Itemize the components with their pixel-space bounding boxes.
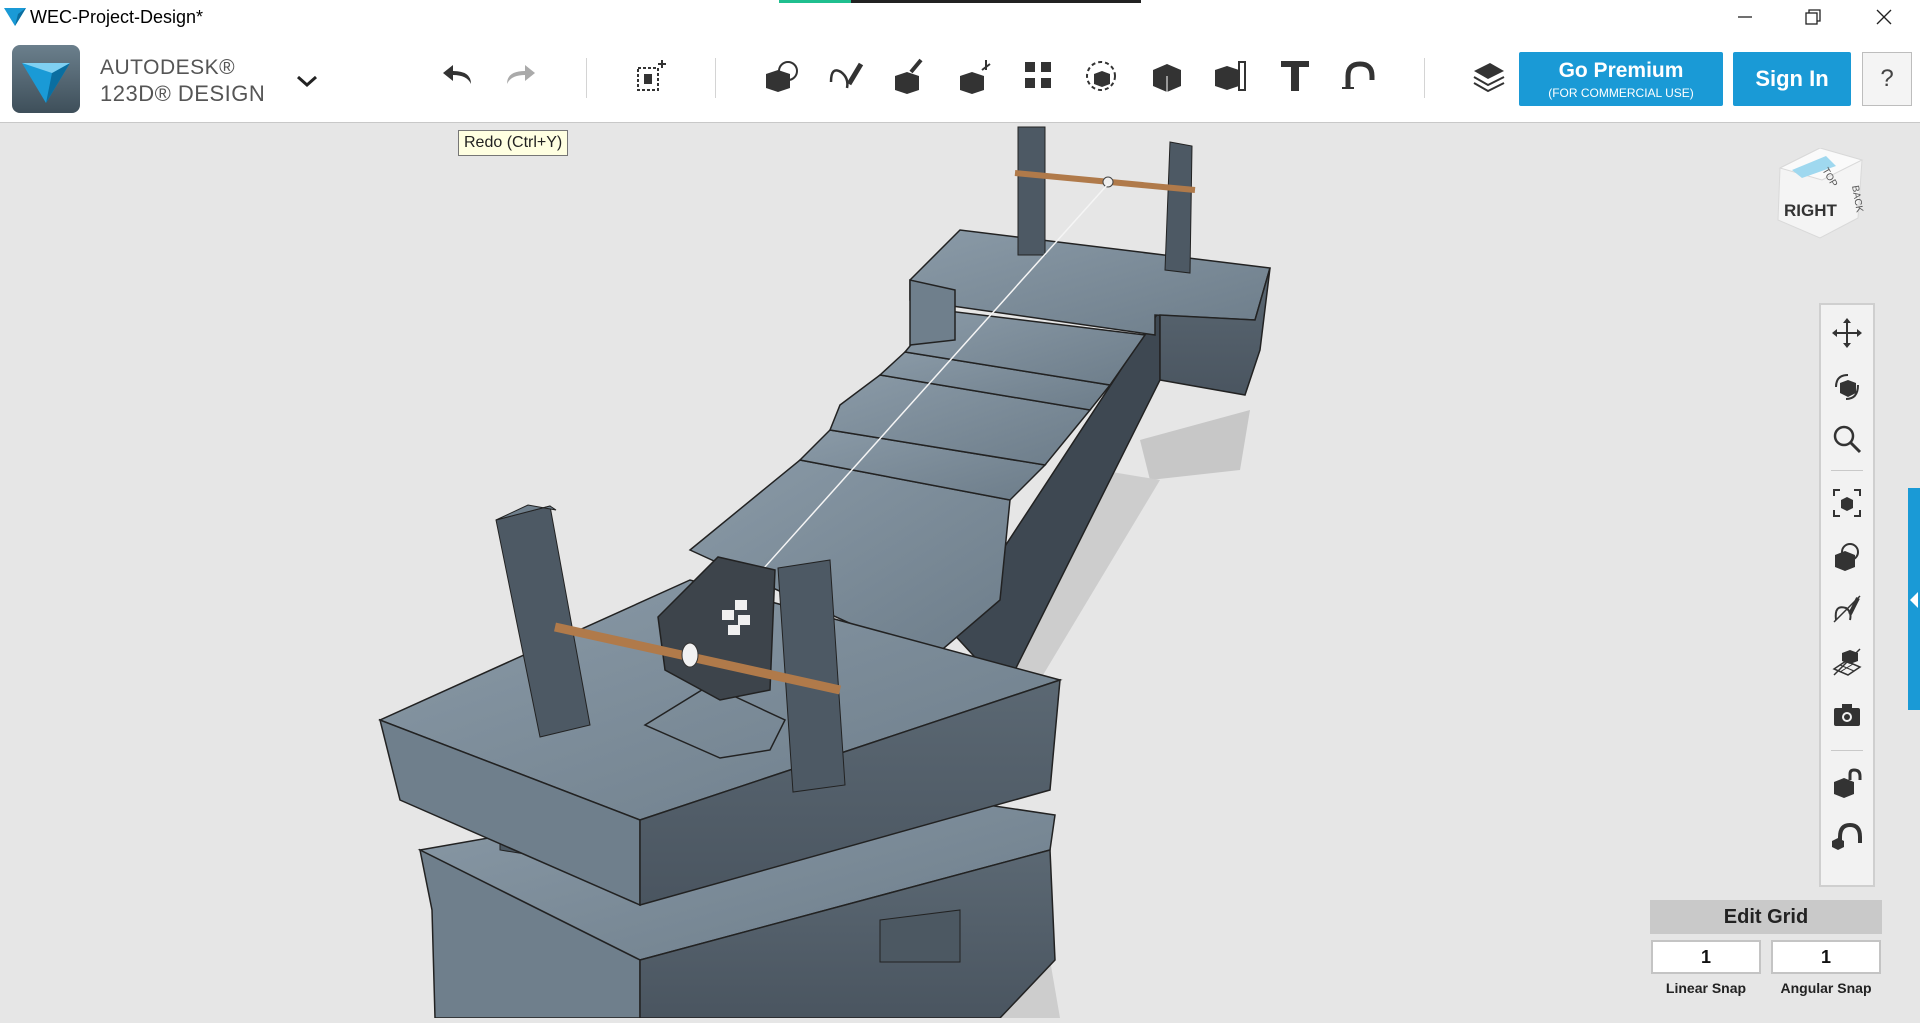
logo-icon — [22, 63, 70, 103]
app-logo[interactable] — [12, 45, 80, 113]
primitives-button[interactable] — [757, 54, 805, 98]
main-toolbar: AUTODESK® 123D® DESIGN Go Premium (FOR C… — [0, 34, 1920, 123]
primitives-icon — [766, 61, 798, 92]
redo-button[interactable] — [497, 54, 545, 98]
zoom-button[interactable] — [1829, 421, 1865, 457]
magnet-button[interactable] — [1829, 818, 1865, 854]
sketch-button[interactable] — [822, 54, 870, 98]
brand-autodesk: AUTODESK® — [100, 56, 236, 79]
text-icon — [1281, 61, 1309, 91]
far-platform-front — [909, 279, 956, 346]
close-button[interactable] — [1855, 0, 1913, 34]
carriage-weight — [738, 615, 750, 625]
orbit-icon — [1835, 374, 1859, 400]
text-button[interactable] — [1271, 54, 1319, 98]
view-mode-icon — [1835, 543, 1859, 571]
snap-to-icon — [1834, 768, 1862, 798]
combine-button[interactable] — [1143, 54, 1191, 98]
hide-grid-icon — [1832, 648, 1862, 676]
construct-icon — [895, 58, 923, 94]
far-pulley — [1102, 176, 1114, 188]
carriage-weight — [722, 610, 734, 620]
edit-grid-button[interactable]: Edit Grid — [1650, 900, 1882, 934]
premium-sublabel: (FOR COMMERCIAL USE) — [1548, 86, 1694, 100]
modify-icon — [960, 60, 991, 94]
modify-button[interactable] — [951, 54, 999, 98]
pan-icon — [1832, 318, 1862, 348]
view-cube[interactable]: RIGHT TOP BACK — [1770, 148, 1870, 258]
nav-divider — [1831, 750, 1863, 751]
pattern-icon — [1025, 62, 1051, 88]
hide-sketch-button[interactable] — [1829, 591, 1865, 627]
materials-icon — [1473, 63, 1505, 93]
go-premium-button[interactable]: Go Premium (FOR COMMERCIAL USE) — [1519, 52, 1723, 106]
sign-in-button[interactable]: Sign In — [1733, 52, 1851, 106]
hide-sketch-icon — [1833, 595, 1861, 623]
pan-button[interactable] — [1829, 315, 1865, 351]
3d-viewport[interactable]: RIGHT TOP BACK — [0, 123, 1920, 1019]
view-mode-button[interactable] — [1829, 538, 1865, 574]
snap-button[interactable] — [1335, 54, 1383, 98]
toolbar-divider — [715, 58, 716, 98]
snap-icon — [1342, 61, 1375, 89]
3d-model-scene[interactable] — [0, 123, 1920, 1019]
app-icon — [4, 8, 26, 26]
minimize-icon — [1738, 16, 1752, 18]
premium-label: Go Premium — [1558, 59, 1684, 82]
nav-divider — [1831, 470, 1863, 471]
title-bar: WEC-Project-Design* — [0, 0, 1920, 34]
measure-icon — [1215, 61, 1246, 91]
grouping-icon — [1086, 61, 1116, 91]
magnet-icon — [1832, 822, 1862, 850]
screenshot-icon — [1834, 704, 1860, 726]
toolbar-divider — [586, 58, 587, 98]
navigation-panel — [1819, 303, 1875, 887]
far-post-right — [1164, 141, 1193, 274]
angular-snap-input[interactable]: 1 — [1771, 940, 1881, 974]
zoom-icon — [1833, 425, 1862, 454]
angular-snap-label: Angular Snap — [1780, 980, 1872, 996]
redo-tooltip: Redo (Ctrl+Y) — [458, 130, 569, 156]
fit-icon — [1833, 489, 1861, 517]
grouping-button[interactable] — [1079, 54, 1127, 98]
measure-button[interactable] — [1207, 54, 1255, 98]
toolbar-divider — [1424, 58, 1425, 98]
restore-button[interactable] — [1784, 0, 1842, 34]
loading-progress-track — [851, 0, 1141, 3]
carriage-weight — [735, 600, 747, 610]
combine-icon — [1153, 64, 1181, 92]
chevron-left-icon — [1910, 592, 1918, 608]
loading-progress — [779, 0, 851, 3]
carriage-weight — [728, 625, 740, 635]
window-title: WEC-Project-Design* — [30, 7, 204, 27]
pattern-button[interactable] — [1015, 54, 1063, 98]
orbit-button[interactable] — [1829, 368, 1865, 404]
fit-view-button[interactable] — [1829, 485, 1865, 521]
brand-product: 123D® DESIGN — [100, 81, 266, 106]
construct-button[interactable] — [886, 54, 934, 98]
screenshot-button[interactable] — [1829, 697, 1865, 733]
restore-icon — [1805, 9, 1821, 25]
linear-snap-input[interactable]: 1 — [1651, 940, 1761, 974]
far-post-left — [1017, 126, 1046, 256]
undo-button[interactable] — [435, 54, 483, 98]
linear-snap-label: Linear Snap — [1665, 980, 1747, 996]
close-icon — [1876, 9, 1892, 25]
hide-grid-button[interactable] — [1829, 644, 1865, 680]
materials-button[interactable] — [1465, 54, 1513, 98]
rod-collar — [681, 642, 699, 668]
model-shadow — [1140, 410, 1250, 480]
transform-icon — [637, 60, 666, 91]
chevron-down-icon — [297, 75, 317, 88]
redo-icon — [507, 65, 535, 84]
undo-icon — [443, 65, 471, 84]
snap-to-button[interactable] — [1829, 765, 1865, 801]
main-menu-button[interactable] — [296, 74, 318, 93]
help-button[interactable]: ? — [1862, 52, 1912, 106]
transform-button[interactable] — [628, 54, 676, 98]
sketch-icon — [829, 62, 864, 89]
minimize-button[interactable] — [1716, 0, 1774, 34]
viewcube-face-front: RIGHT — [1784, 201, 1838, 220]
